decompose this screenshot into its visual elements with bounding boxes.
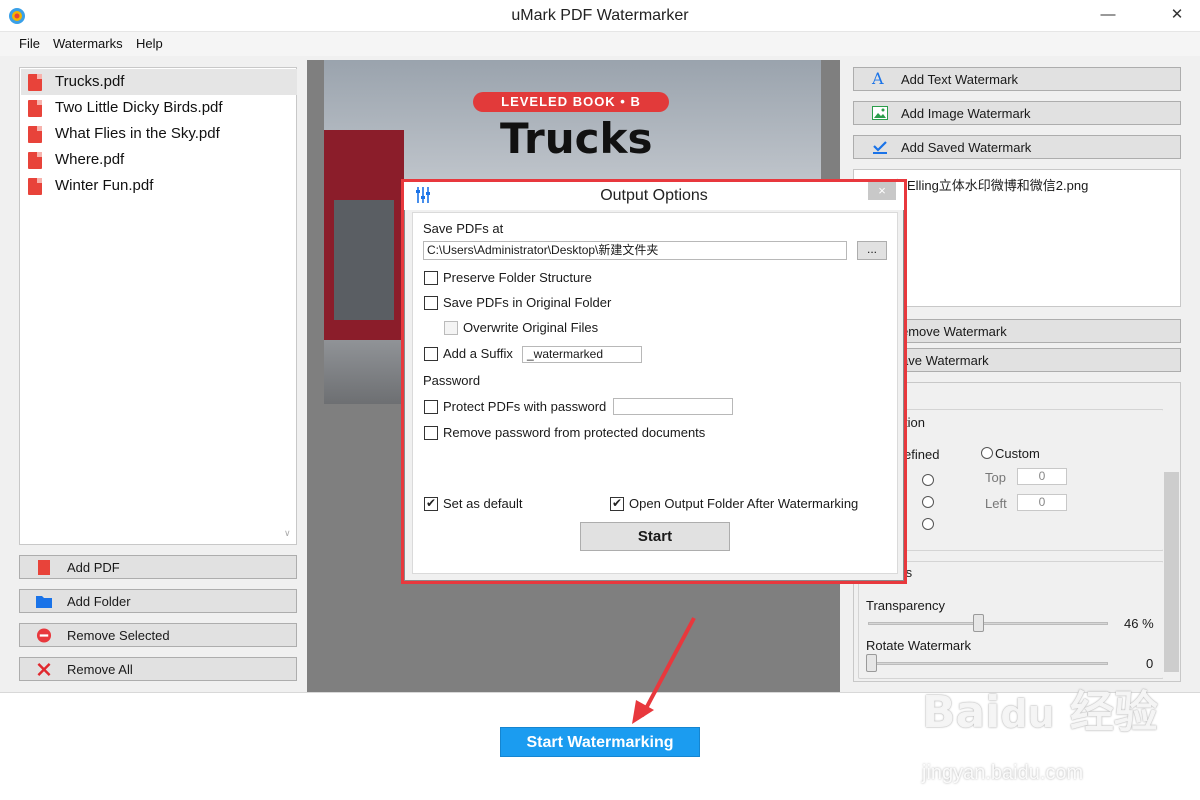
watermark-item-name: 百经Elling立体水印微博和微信2.png bbox=[881, 178, 1089, 193]
pdf-file-icon bbox=[28, 100, 42, 117]
menu-bar bbox=[0, 32, 1200, 56]
remove-watermark-label: emove Watermark bbox=[901, 324, 1007, 339]
position-group-title: tion bbox=[904, 415, 925, 430]
truck-grill bbox=[334, 200, 394, 320]
remove-selected-button[interactable]: Remove Selected bbox=[19, 623, 297, 647]
remove-selected-label: Remove Selected bbox=[67, 628, 170, 643]
pdf-file-icon bbox=[28, 178, 42, 195]
file-name: Two Little Dicky Birds.pdf bbox=[55, 99, 223, 116]
add-saved-watermark-button[interactable]: Add Saved Watermark bbox=[853, 135, 1181, 159]
rotate-slider-thumb[interactable] bbox=[866, 654, 877, 672]
check-icon bbox=[873, 141, 887, 154]
highlight-frame bbox=[401, 179, 907, 584]
preview-badge: LEVELED BOOK • B bbox=[473, 92, 669, 112]
file-name: What Flies in the Sky.pdf bbox=[55, 125, 220, 142]
image-icon bbox=[872, 106, 888, 120]
transparency-slider-thumb[interactable] bbox=[973, 614, 985, 632]
add-folder-button[interactable]: Add Folder bbox=[19, 589, 297, 613]
remove-all-button[interactable]: Remove All bbox=[19, 657, 297, 681]
rotate-slider-track[interactable] bbox=[868, 662, 1108, 665]
pdf-file-icon bbox=[28, 152, 42, 169]
rotate-label: Rotate Watermark bbox=[866, 638, 971, 653]
file-row-trucks[interactable]: Trucks.pdf bbox=[21, 69, 297, 95]
text-a-icon: A bbox=[872, 69, 884, 88]
properties-scroll-thumb[interactable] bbox=[1164, 472, 1179, 672]
file-row[interactable]: What Flies in the Sky.pdf bbox=[21, 121, 297, 147]
red-arrow-annotation bbox=[632, 617, 696, 724]
baidu-logo-watermark: Baidu 经验 bbox=[922, 687, 1158, 738]
file-row[interactable]: Where.pdf bbox=[21, 147, 297, 173]
menu-file[interactable]: File bbox=[19, 36, 40, 51]
position-radio[interactable] bbox=[922, 474, 934, 486]
add-saved-watermark-label: Add Saved Watermark bbox=[901, 140, 1032, 155]
add-image-watermark-label: Add Image Watermark bbox=[901, 106, 1031, 121]
left-label: Left bbox=[985, 496, 1007, 511]
custom-label: Custom bbox=[995, 446, 1040, 461]
rotate-value: 0 bbox=[1146, 656, 1154, 671]
file-name: Where.pdf bbox=[55, 151, 125, 168]
transparency-value: 46 % bbox=[1124, 616, 1154, 631]
save-watermark-label: ave Watermark bbox=[901, 353, 989, 368]
predefined-label: efined bbox=[904, 447, 940, 462]
transparency-slider-track[interactable] bbox=[868, 622, 1108, 625]
file-row[interactable]: Two Little Dicky Birds.pdf bbox=[21, 95, 297, 121]
pdf-file-icon bbox=[28, 74, 42, 91]
folder-icon bbox=[36, 596, 52, 608]
close-window-button[interactable]: ✕ bbox=[1154, 0, 1200, 30]
baidu-url-watermark: jingyan.baidu.com bbox=[922, 762, 1084, 784]
pdf-file-icon bbox=[36, 560, 52, 575]
custom-radio[interactable] bbox=[981, 447, 993, 459]
position-radio[interactable] bbox=[922, 518, 934, 530]
position-radio[interactable] bbox=[922, 496, 934, 508]
minus-circle-icon bbox=[36, 628, 52, 643]
transparency-label: Transparency bbox=[866, 598, 945, 613]
scroll-down-arrow-icon[interactable]: ∨ bbox=[284, 528, 291, 539]
pdf-file-icon bbox=[28, 126, 42, 143]
window-title: uMark PDF Watermarker bbox=[511, 7, 689, 24]
file-row[interactable]: Winter Fun.pdf bbox=[21, 173, 297, 199]
x-icon bbox=[37, 663, 51, 676]
menu-help[interactable]: Help bbox=[136, 36, 163, 51]
add-text-watermark-button[interactable]: A Add Text Watermark bbox=[853, 67, 1181, 91]
add-pdf-label: Add PDF bbox=[67, 560, 120, 575]
top-label: Top bbox=[985, 470, 1006, 485]
file-name: Winter Fun.pdf bbox=[55, 177, 154, 194]
preview-title: Trucks bbox=[500, 114, 653, 163]
file-name: Trucks.pdf bbox=[55, 73, 125, 90]
menu-watermarks[interactable]: Watermarks bbox=[53, 36, 123, 51]
left-input[interactable]: 0 bbox=[1017, 494, 1067, 511]
add-image-watermark-button[interactable]: Add Image Watermark bbox=[853, 101, 1181, 125]
top-input[interactable]: 0 bbox=[1017, 468, 1067, 485]
file-list[interactable]: Trucks.pdf Two Little Dicky Birds.pdf Wh… bbox=[19, 67, 297, 545]
add-text-watermark-label: Add Text Watermark bbox=[901, 72, 1019, 87]
minimize-button[interactable]: — bbox=[1085, 0, 1131, 30]
add-folder-label: Add Folder bbox=[67, 594, 131, 609]
add-pdf-button[interactable]: Add PDF bbox=[19, 555, 297, 579]
remove-all-label: Remove All bbox=[67, 662, 133, 677]
